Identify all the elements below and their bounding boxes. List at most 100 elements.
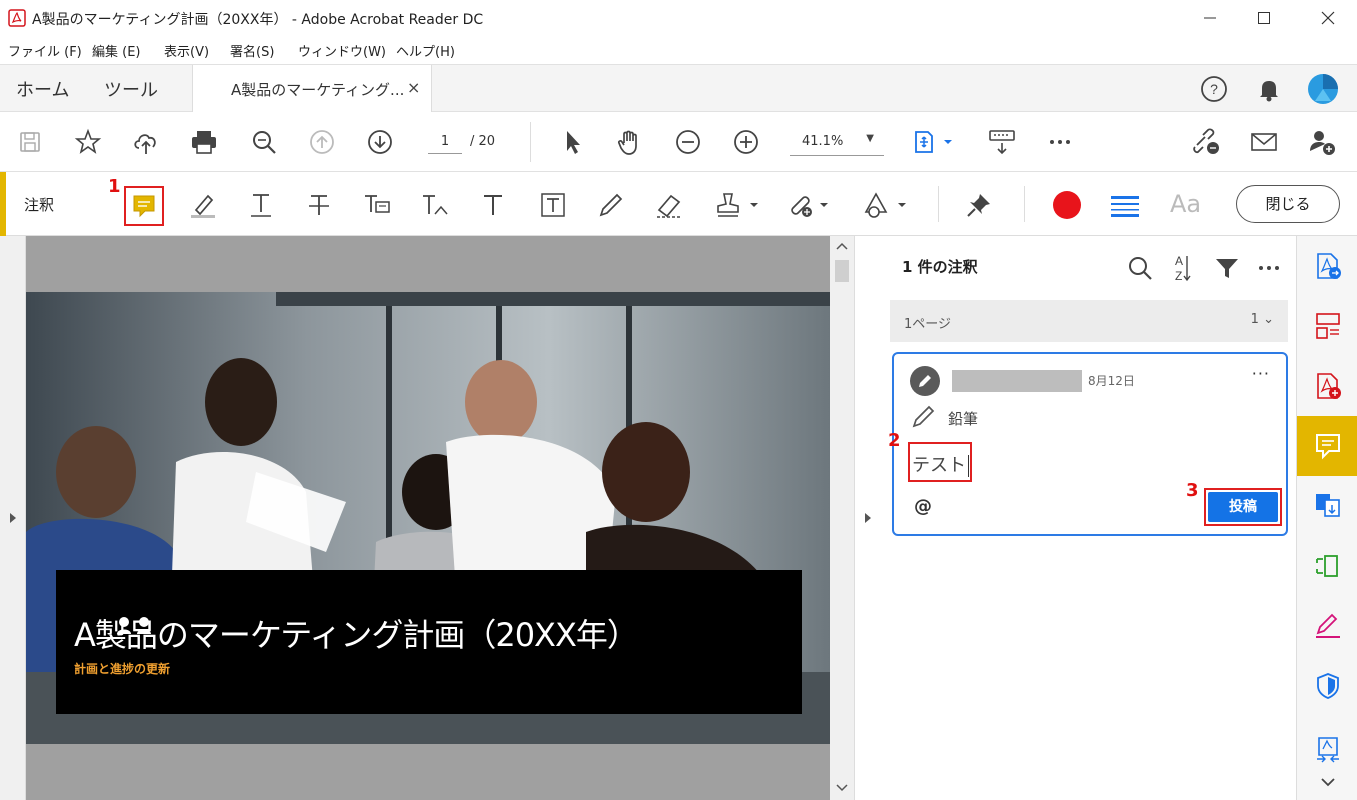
chevron-down-icon: ▼: [866, 133, 874, 144]
menu-window[interactable]: ウィンドウ(W): [298, 41, 386, 60]
page-total: / 20: [470, 134, 496, 149]
toolbar-divider: [1024, 186, 1025, 222]
close-window-button[interactable]: [1305, 0, 1351, 36]
maximize-button[interactable]: [1241, 0, 1287, 36]
zoom-out-icon[interactable]: [672, 126, 704, 158]
main-toolbar: 1 / 20 41.1% ▼: [0, 112, 1357, 172]
scroll-up-icon: [836, 242, 848, 250]
menu-sign[interactable]: 署名(S): [230, 41, 274, 60]
add-user-icon[interactable]: [1306, 126, 1338, 158]
shapes-icon[interactable]: [862, 188, 910, 222]
close-comment-button[interactable]: 閉じる: [1236, 185, 1340, 223]
export-pdf-icon[interactable]: [1297, 236, 1357, 296]
email-icon[interactable]: [1248, 126, 1280, 158]
organize-pages-icon[interactable]: [1297, 296, 1357, 356]
pencil-icon: [910, 402, 938, 430]
edit-pdf-icon[interactable]: [1297, 536, 1357, 596]
menu-view[interactable]: 表示(V): [164, 41, 209, 60]
menu-bar: ファイル (F) 編集 (E) 表示(V) 署名(S) ウィンドウ(W) ヘルプ…: [0, 36, 1357, 64]
add-text-icon[interactable]: [476, 188, 510, 222]
window-title: A製品のマーケティング計画（20XX年） - Adobe Acrobat Rea…: [32, 12, 484, 28]
pin-icon[interactable]: [962, 188, 996, 222]
account-avatar[interactable]: [1307, 73, 1339, 105]
text-box-icon[interactable]: [536, 188, 570, 222]
tab-home[interactable]: ホーム: [16, 76, 69, 102]
bookmark-star-icon[interactable]: [72, 126, 104, 158]
menu-file[interactable]: ファイル (F): [8, 41, 82, 60]
tab-document[interactable]: A製品のマーケティング... ×: [192, 65, 432, 113]
zoom-level-select[interactable]: 41.1% ▼: [790, 130, 884, 156]
comments-count-header: 1 件の注釈: [902, 258, 978, 276]
insert-text-icon[interactable]: [418, 188, 452, 222]
mention-button[interactable]: @: [914, 496, 932, 517]
comment-toolbar-accent: [0, 172, 6, 236]
right-panel-toggle[interactable]: [854, 236, 880, 800]
help-icon[interactable]: ?: [1200, 75, 1228, 103]
next-page-icon[interactable]: [364, 126, 396, 158]
create-pdf-icon[interactable]: [1297, 356, 1357, 416]
step-marker-1: 1: [108, 176, 121, 197]
more-tools-icon[interactable]: [1044, 126, 1076, 158]
page-number-input[interactable]: 1: [428, 130, 462, 154]
minimize-button[interactable]: [1187, 0, 1233, 36]
protect-shield-icon[interactable]: [1297, 656, 1357, 716]
rail-scroll-down-icon[interactable]: [1321, 778, 1335, 788]
comment-marker-icon[interactable]: [114, 614, 164, 642]
hand-tool-icon[interactable]: [614, 126, 646, 158]
search-icon[interactable]: [1126, 254, 1154, 282]
save-icon[interactable]: [14, 126, 46, 158]
eraser-icon[interactable]: [652, 188, 686, 222]
text-style-label[interactable]: Aa: [1170, 190, 1201, 218]
text-caret: [968, 455, 969, 477]
scrollbar-thumb[interactable]: [835, 260, 849, 282]
filter-icon[interactable]: [1214, 256, 1240, 280]
notification-bell-icon[interactable]: [1257, 77, 1281, 103]
document-scrollbar[interactable]: [830, 236, 854, 800]
comment-toolbar: 注釈 1 Aa 閉じる: [0, 172, 1357, 236]
comment-more-button[interactable]: ···: [1252, 364, 1270, 383]
fit-page-icon[interactable]: [912, 126, 956, 158]
combine-files-icon[interactable]: [1297, 476, 1357, 536]
line-thickness-icon[interactable]: [1108, 188, 1142, 222]
attach-file-icon[interactable]: [786, 188, 834, 222]
post-button[interactable]: 投稿: [1208, 492, 1278, 522]
select-cursor-icon[interactable]: [556, 126, 588, 158]
zoom-search-icon[interactable]: [248, 126, 280, 158]
sticky-note-button[interactable]: [124, 186, 164, 226]
title-bar: A製品のマーケティング計画（20XX年） - Adobe Acrobat Rea…: [0, 0, 1357, 36]
tab-tools[interactable]: ツール: [104, 76, 158, 102]
tab-bar: ホーム ツール A製品のマーケティング... × ?: [0, 64, 1357, 113]
tab-close-button[interactable]: ×: [407, 78, 420, 97]
right-tool-rail: [1296, 236, 1357, 800]
comment-tool-icon[interactable]: [1297, 416, 1357, 476]
send-for-signature-icon[interactable]: [1297, 726, 1357, 774]
comment-card[interactable]: 8月12日 ··· 鉛筆 2 テスト @ 3 投稿: [888, 352, 1288, 536]
cloud-upload-icon[interactable]: [130, 126, 162, 158]
color-picker-button[interactable]: [1050, 188, 1084, 222]
sort-az-icon[interactable]: AZ: [1172, 252, 1192, 284]
replace-text-icon[interactable]: [360, 188, 394, 222]
pencil-draw-icon[interactable]: [594, 188, 628, 222]
fill-sign-icon[interactable]: [1297, 596, 1357, 656]
pencil-avatar-icon: [910, 366, 940, 396]
menu-edit[interactable]: 編集 (E): [92, 41, 141, 60]
stamp-icon[interactable]: [714, 188, 762, 222]
highlight-icon[interactable]: [186, 188, 220, 222]
strikethrough-icon[interactable]: [302, 188, 336, 222]
menu-help[interactable]: ヘルプ(H): [396, 41, 455, 60]
keyboard-icon[interactable]: [986, 126, 1018, 158]
page-group-label: 1ページ: [904, 317, 952, 332]
reply-input-value: テスト: [912, 455, 966, 476]
page-group-header[interactable]: 1ページ 1 ⌄: [890, 300, 1288, 342]
reply-input[interactable]: テスト: [908, 442, 972, 482]
underline-text-icon[interactable]: [244, 188, 278, 222]
toolbar-divider: [530, 122, 531, 162]
share-link-icon[interactable]: [1190, 126, 1222, 158]
previous-page-icon[interactable]: [306, 126, 338, 158]
step-marker-2: 2: [888, 430, 901, 451]
post-button-highlight: 投稿: [1204, 488, 1282, 526]
zoom-in-icon[interactable]: [730, 126, 762, 158]
print-icon[interactable]: [188, 126, 220, 158]
more-options-icon[interactable]: [1256, 256, 1282, 280]
left-panel-toggle[interactable]: [0, 236, 26, 800]
